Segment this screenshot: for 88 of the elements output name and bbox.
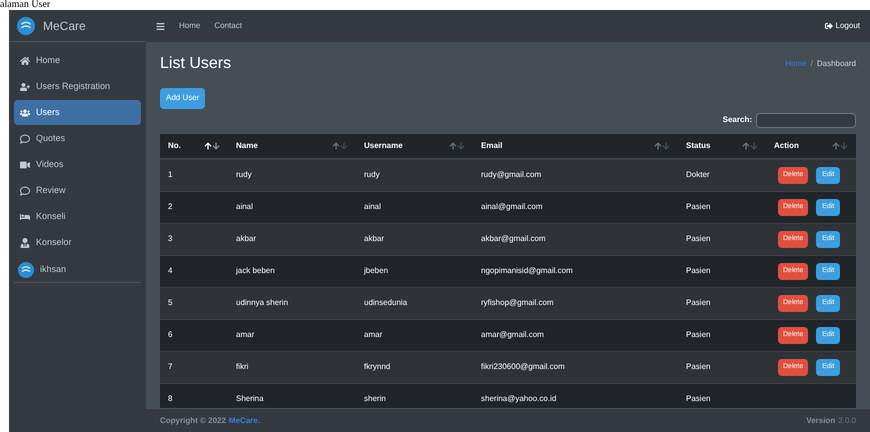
search-field[interactable] <box>756 112 856 128</box>
table-cell: ainal <box>236 202 253 211</box>
logout-icon <box>824 22 833 30</box>
sort-icon <box>332 142 348 150</box>
table-cell: udinnya sherin <box>236 298 288 307</box>
logout-link[interactable]: Logout <box>824 20 860 32</box>
house-icon <box>20 56 30 66</box>
table-cell: fikri <box>236 362 248 371</box>
sort-icon <box>654 142 670 150</box>
table-cell: rudy <box>236 170 252 179</box>
table-cell: rudy@gmail.com <box>481 170 542 179</box>
logo-icon <box>18 262 34 278</box>
brand-link[interactable]: MeCare. <box>228 414 260 426</box>
table-cell: akbar <box>364 234 384 243</box>
column-header[interactable]: Name <box>236 140 258 152</box>
table-cell: fikri230600@gmail.com <box>481 362 565 371</box>
sidebar-item[interactable]: Videos <box>14 152 141 177</box>
sidebar-item[interactable]: Review <box>14 178 141 203</box>
table-cell: rudy <box>364 170 380 179</box>
table-cell: Pasien <box>686 330 710 339</box>
table-cell: 6 <box>168 330 172 339</box>
speech-bubble-icon <box>20 186 30 196</box>
table-cell: Pasien <box>686 234 710 243</box>
user-name: ikhsan <box>40 263 66 276</box>
logo-icon <box>17 16 35 34</box>
copyright-text: Copyright © 2022 <box>160 414 226 426</box>
search-label: Search: <box>722 114 752 126</box>
table-cell: ngopimanisid@gmail.com <box>481 266 573 275</box>
table-cell: jack beben <box>236 266 275 275</box>
table-cell: 8 <box>168 394 172 403</box>
sort-icon <box>832 142 848 150</box>
sidebar-item[interactable]: Users <box>14 100 141 125</box>
sort-icon <box>742 142 758 150</box>
nav-link[interactable]: Contact <box>214 20 242 32</box>
column-header[interactable]: Email <box>481 140 502 152</box>
sort-icon <box>204 142 220 150</box>
version-number: 2.0.0 <box>838 414 856 426</box>
table-cell: ryfishop@gmail.com <box>481 298 554 307</box>
sidebar-item[interactable]: Quotes <box>14 126 141 151</box>
table-cell: udinsedunia <box>364 298 408 307</box>
add-user-button[interactable]: Add User <box>160 88 206 108</box>
video-camera-icon <box>20 160 30 170</box>
table-cell: amar@gmail.com <box>481 330 544 339</box>
table-cell: 2 <box>168 202 172 211</box>
table-cell: 4 <box>168 266 172 275</box>
nav-link[interactable]: Home <box>179 20 200 32</box>
table-cell: akbar@gmail.com <box>481 234 546 243</box>
breadcrumb-current: Dashboard <box>816 58 856 70</box>
sidebar-item[interactable]: Users Registration <box>14 74 141 99</box>
table-cell: Pasien <box>686 394 710 403</box>
table-cell: sherina@yahoo.co.id <box>481 394 556 403</box>
table-cell: fkrynnd <box>364 362 390 371</box>
sidebar-item[interactable]: Konseli <box>14 204 141 229</box>
table-cell: ainal@gmail.com <box>481 202 542 211</box>
page-title: List Users <box>160 54 232 74</box>
speech-bubble-icon <box>20 134 30 144</box>
table-cell: Pasien <box>686 266 710 275</box>
table-cell: sherin <box>364 394 386 403</box>
table-cell: akbar <box>236 234 256 243</box>
column-header[interactable]: No. <box>168 140 181 152</box>
table-cell: amar <box>236 330 254 339</box>
table-cell: Pasien <box>686 202 710 211</box>
table-cell: 3 <box>168 234 172 243</box>
table-cell: 7 <box>168 362 172 371</box>
table-cell: jbeben <box>364 266 388 275</box>
table-cell: ainal <box>364 202 381 211</box>
column-header[interactable]: Action <box>774 140 799 152</box>
user-plus-icon <box>20 82 30 92</box>
column-header[interactable]: Status <box>686 140 710 152</box>
table-cell: Pasien <box>686 362 710 371</box>
column-header[interactable]: Username <box>364 140 403 152</box>
table-cell: Pasien <box>686 298 710 307</box>
person-icon <box>20 238 30 248</box>
sort-icon <box>449 142 465 150</box>
table-cell: Dokter <box>686 170 710 179</box>
table-cell: 1 <box>168 170 172 179</box>
page-caption: alaman User <box>0 0 50 10</box>
version-label: Version <box>806 414 836 426</box>
table-cell: Sherina <box>236 394 264 403</box>
breadcrumb-separator: / <box>810 58 813 70</box>
table-cell: amar <box>364 330 382 339</box>
bed-icon <box>20 212 30 222</box>
sidebar-item[interactable]: Home <box>14 48 141 73</box>
sidebar-item[interactable]: Konselor <box>14 230 141 255</box>
table-cell: 5 <box>168 298 172 307</box>
brand-name: MeCare <box>43 18 86 34</box>
users-icon <box>20 108 30 118</box>
menu-icon[interactable] <box>156 22 165 30</box>
